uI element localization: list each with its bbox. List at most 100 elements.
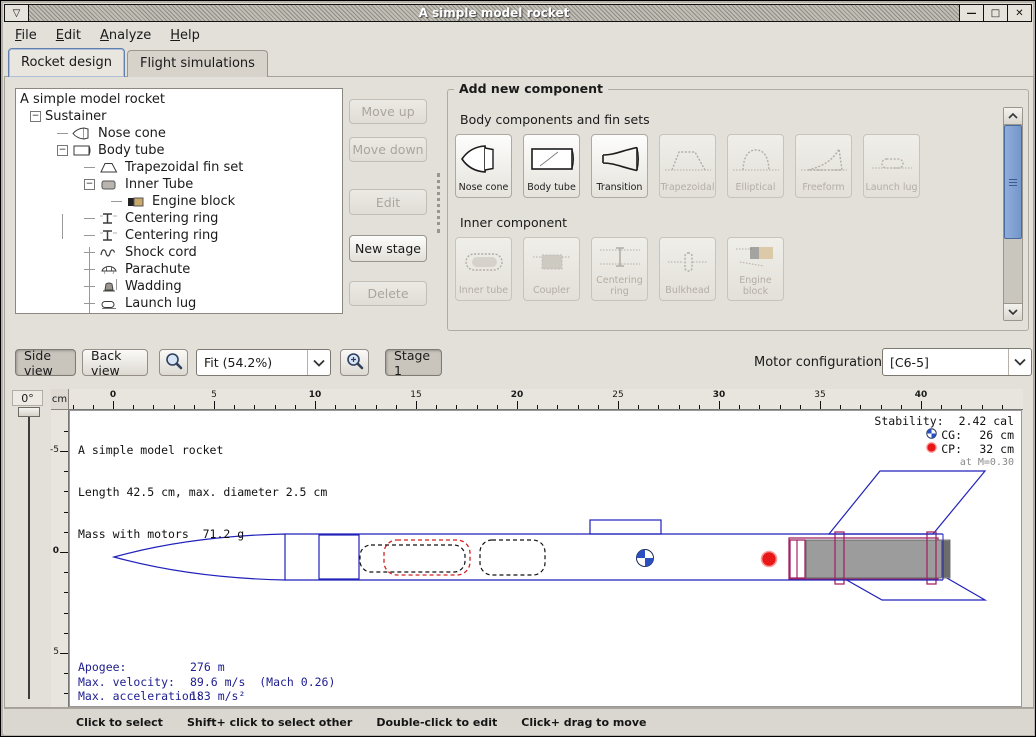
centeringring-icon	[99, 212, 125, 225]
cg-marker-icon	[637, 550, 654, 567]
tree-expander-icon[interactable]: −	[30, 111, 41, 122]
cp-marker-icon	[762, 552, 777, 567]
stage-1-toggle[interactable]: Stage 1	[385, 349, 442, 376]
shock-cord-outline[interactable]	[360, 545, 465, 572]
tree-connector	[62, 214, 63, 239]
engineblock-icon	[126, 195, 152, 208]
tree-expander-icon[interactable]: −	[57, 145, 68, 156]
engineblock-icon	[730, 238, 782, 276]
menu-file[interactable]: File	[13, 26, 46, 45]
tab-rocket-design[interactable]: Rocket design	[8, 48, 125, 77]
zoom-level-combo[interactable]: Fit (54.2%)	[196, 349, 331, 376]
tree-item-wadding[interactable]: Wadding	[16, 278, 342, 295]
component-button-label: Launch lug	[865, 183, 917, 194]
menu-edit[interactable]: Edit	[54, 26, 90, 45]
component-button-body-tube[interactable]: Body tube	[523, 134, 580, 198]
rocket-figure-canvas[interactable]: A simple model rocket Length 42.5 cm, ma…	[69, 410, 1022, 707]
scrollbar-thumb[interactable]	[1004, 125, 1022, 239]
coupler-icon	[526, 238, 578, 286]
parachute-icon	[99, 263, 125, 276]
trapezoidal-icon	[662, 135, 714, 183]
zoom-out-button[interactable]	[159, 349, 188, 376]
tree-item-a-simple-model-rocket[interactable]: A simple model rocket	[16, 91, 342, 108]
rotation-slider-track[interactable]	[28, 415, 30, 699]
close-button[interactable]: ✕	[1007, 5, 1031, 21]
menu-analyze[interactable]: Analyze	[98, 26, 160, 45]
component-tree[interactable]: A simple model rocket−SustainerNose cone…	[15, 88, 343, 314]
add-component-title: Add new component	[454, 81, 608, 96]
scrollbar-track[interactable]	[1004, 239, 1022, 303]
zoom-in-button[interactable]	[340, 349, 369, 376]
ruler-label: 20	[506, 390, 528, 400]
tree-item-centering-ring[interactable]: Centering ring	[16, 210, 342, 227]
status-hint: Click+ drag to move	[521, 716, 646, 729]
side-view-button[interactable]: Side view	[15, 349, 76, 376]
tab-flight-simulations[interactable]: Flight simulations	[127, 50, 268, 77]
minimize-button[interactable]: —	[959, 5, 983, 21]
move-down-button: Move down	[349, 137, 427, 162]
tree-item-parachute[interactable]: Parachute	[16, 261, 342, 278]
finset-icon	[99, 161, 125, 174]
mach-note: at M=0.30	[960, 456, 1014, 470]
tree-item-label: Launch lug	[125, 296, 196, 311]
cp-legend-icon	[926, 442, 937, 456]
nosecone-icon	[72, 127, 98, 140]
tree-item-trapezoidal-fin-set[interactable]: Trapezoidal fin set	[16, 159, 342, 176]
tree-item-sustainer[interactable]: −Sustainer	[16, 108, 342, 125]
add-component-panel: Add new component Body components and fi…	[447, 89, 1029, 331]
tree-item-label: Body tube	[98, 143, 165, 158]
motor-body[interactable]	[806, 540, 950, 578]
fin-upper-outline[interactable]	[829, 471, 985, 534]
tree-item-launch-lug[interactable]: Launch lug	[16, 295, 342, 312]
component-button-label: Body tube	[527, 183, 576, 194]
new-stage-button[interactable]: New stage	[349, 235, 427, 262]
tree-item-engine-block[interactable]: Engine block	[16, 193, 342, 210]
tree-item-label: Engine block	[152, 194, 235, 209]
bodytube-icon	[72, 144, 98, 157]
scroll-down-icon[interactable]	[1004, 303, 1022, 320]
launch-lug-outline[interactable]	[590, 520, 661, 534]
motor-configuration-combo[interactable]: [C6-5]	[882, 348, 1032, 376]
tree-item-centering-ring[interactable]: Centering ring	[16, 227, 342, 244]
component-button-nose-cone[interactable]: Nose cone	[455, 134, 512, 198]
tree-item-inner-tube[interactable]: − Inner Tube	[16, 176, 342, 193]
window-controls: —□✕	[959, 5, 1031, 21]
ruler-label: 15	[405, 390, 427, 400]
tree-item-label: Inner Tube	[125, 177, 193, 192]
status-hint: Double-click to edit	[376, 716, 497, 729]
stability-info: Stability: 2.42 cal CG:26 cm CP:32 cm at…	[874, 414, 1014, 470]
component-button-label: Engine block	[728, 276, 783, 297]
wadding-outline[interactable]	[480, 540, 545, 575]
chevron-down-icon	[307, 350, 330, 375]
centeringring-icon	[594, 238, 646, 276]
maximize-button[interactable]: □	[983, 5, 1007, 21]
ruler-label: 30	[708, 390, 730, 400]
tree-item-body-tube[interactable]: − Body tube	[16, 142, 342, 159]
component-button-label: Centering ring	[592, 276, 647, 297]
panel-divider[interactable]	[437, 173, 440, 233]
tree-item-label: A simple model rocket	[20, 92, 165, 107]
chevron-down-icon	[1008, 349, 1031, 375]
component-button-elliptical: Elliptical	[727, 134, 784, 198]
tree-item-nose-cone[interactable]: Nose cone	[16, 125, 342, 142]
freeform-icon	[798, 135, 850, 183]
cg-legend-icon	[926, 428, 937, 442]
title-bar: ▽ A simple model rocket —□✕	[4, 4, 1032, 22]
menu-help[interactable]: Help	[168, 26, 209, 45]
component-button-bulkhead: Bulkhead	[659, 237, 716, 301]
tree-item-label: Nose cone	[98, 126, 166, 141]
component-button-engine-block: Engine block	[727, 237, 784, 301]
component-scrollbar[interactable]	[1003, 107, 1023, 321]
innertube-icon	[458, 238, 510, 286]
window-menu-icon[interactable]: ▽	[5, 5, 29, 21]
tree-expander-icon[interactable]: −	[84, 179, 95, 190]
rotation-slider-thumb[interactable]	[18, 407, 40, 417]
tree-item-label: Centering ring	[125, 211, 218, 226]
scroll-up-icon[interactable]	[1004, 108, 1022, 125]
component-button-label: Transition	[597, 183, 643, 194]
ruler-label: 5	[53, 647, 59, 657]
tree-item-shock-cord[interactable]: Shock cord	[16, 244, 342, 261]
back-view-button[interactable]: Back view	[82, 349, 148, 376]
status-bar: Click to selectShift+ click to select ot…	[4, 708, 1034, 735]
component-button-transition[interactable]: Transition	[591, 134, 648, 198]
